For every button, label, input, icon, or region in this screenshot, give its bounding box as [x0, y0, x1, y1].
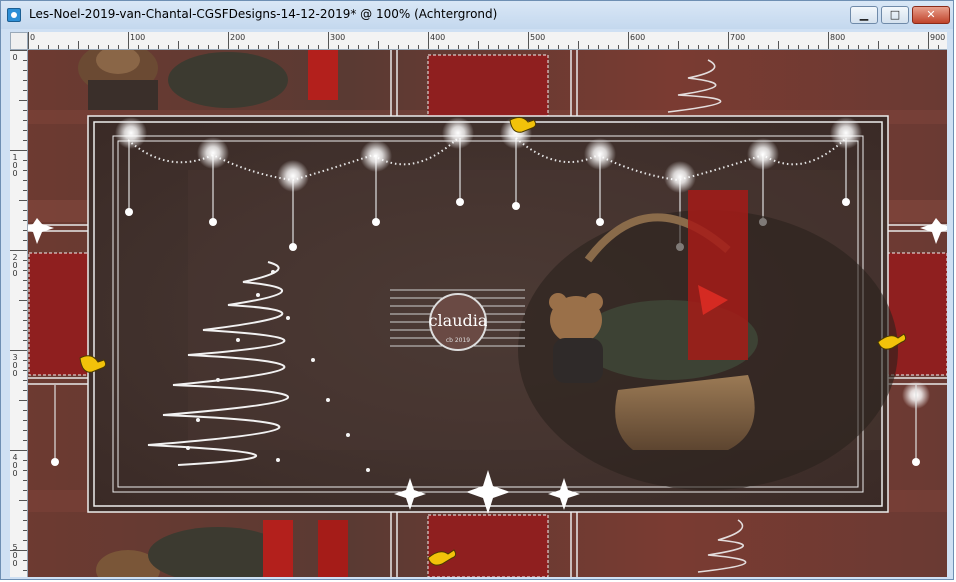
horizontal-ruler[interactable]: 0 100 200 300 400 500 600 700 800 900 — [28, 32, 947, 50]
ruler-label: 300 — [330, 33, 346, 42]
watermark-text: claudia — [429, 311, 488, 330]
ruler-label: 200 — [12, 253, 18, 278]
image-window: Les-Noel-2019-van-Chantal-CGSFDesigns-14… — [0, 0, 954, 580]
ruler-label: 600 — [630, 33, 646, 42]
ruler-label: 500 — [12, 543, 18, 568]
vertical-ruler[interactable]: 0 100 200 300 400 500 — [10, 50, 28, 577]
title-bar[interactable]: Les-Noel-2019-van-Chantal-CGSFDesigns-14… — [1, 1, 953, 29]
paintshop-icon — [7, 8, 21, 22]
ruler-label: 400 — [430, 33, 446, 42]
red-panel — [28, 252, 90, 376]
ruler-label: 100 — [130, 33, 146, 42]
ruler-label: 200 — [230, 33, 246, 42]
ruler-label: 100 — [12, 153, 18, 178]
horizontal-ruler-ticks — [28, 32, 939, 49]
vertical-ruler-ticks — [10, 50, 27, 571]
ruler-label: 400 — [12, 453, 18, 478]
close-button[interactable]: ✕ — [912, 6, 950, 24]
maximize-icon: □ — [889, 8, 901, 21]
ruler-label: 0 — [30, 33, 36, 42]
minimize-button[interactable]: ▁ — [850, 6, 878, 24]
close-icon: ✕ — [926, 8, 936, 21]
minimize-icon: ▁ — [859, 8, 869, 21]
ruler-label: 700 — [730, 33, 746, 42]
red-panel — [427, 514, 549, 577]
window-title: Les-Noel-2019-van-Chantal-CGSFDesigns-14… — [29, 7, 498, 21]
ruler-corner — [10, 32, 28, 50]
canvas-artwork: claudia cb 2019 — [28, 50, 947, 577]
image-canvas[interactable]: claudia cb 2019 — [28, 50, 947, 577]
ruler-label: 0 — [12, 53, 18, 62]
ruler-label: 900 — [930, 33, 946, 42]
ruler-label: 800 — [830, 33, 846, 42]
ruler-label: 300 — [12, 353, 18, 378]
maximize-button[interactable]: □ — [881, 6, 909, 24]
watermark-subtext: cb 2019 — [446, 337, 470, 344]
ruler-label: 500 — [530, 33, 546, 42]
red-panel — [427, 54, 549, 118]
